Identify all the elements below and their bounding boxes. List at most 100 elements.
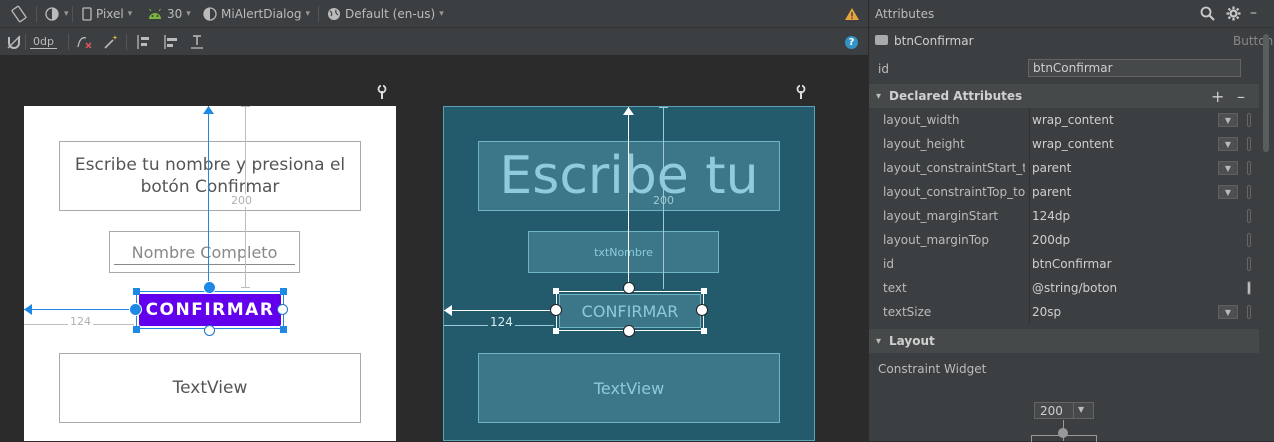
night-mode-button[interactable]: ▾ [44,0,69,28]
attribute-value[interactable]: btnConfirmar [1032,257,1112,271]
title-textview[interactable]: Escribe tu [478,141,780,211]
resize-handle[interactable] [133,288,140,295]
attribute-row[interactable]: layout_marginTop 200dp [869,228,1259,252]
top-toolbar: ▾ Pixel ▾ 30 ▾ MiAlertDialog ▾ Default (… [0,0,868,28]
anchor-end[interactable] [696,304,708,316]
align-button[interactable] [163,28,179,56]
night-mode-icon [45,7,59,21]
guidelines-button[interactable] [135,28,151,56]
confirm-button[interactable]: CONFIRMAR [139,294,281,326]
anchor-bottom[interactable] [204,325,215,336]
attribute-picker[interactable] [1247,161,1251,175]
baseline-button[interactable] [190,28,204,56]
constraint-top-dropdown[interactable]: 200 ▼ [1034,402,1094,419]
anchor-start[interactable] [550,304,562,316]
attribute-value[interactable]: parent [1032,161,1071,175]
panel-scrollbar[interactable] [1263,34,1269,152]
infer-constraints-button[interactable] [103,28,119,56]
warning-button[interactable] [844,0,860,28]
attribute-value[interactable]: 124dp [1032,209,1070,223]
attribute-row[interactable]: layout_height wrap_content ▼ [869,132,1259,156]
api-level-selector[interactable]: 30 ▾ [147,0,191,28]
wrench-icon[interactable] [795,85,807,99]
resize-handle[interactable] [553,328,559,334]
attribute-row[interactable]: id btnConfirmar [869,252,1259,276]
attribute-picker[interactable] [1247,185,1251,199]
name-edittext[interactable]: Nombre Completo [109,231,300,273]
attribute-row[interactable]: textSize 20sp ▼ [869,300,1259,324]
rotate-screen-icon [11,5,27,23]
search-icon[interactable] [1200,6,1215,21]
autoconnect-toggle[interactable] [6,28,22,56]
anchor-top[interactable] [203,281,216,294]
guidelines-icon [137,35,149,49]
attribute-value[interactable]: 200dp [1032,233,1070,247]
minimize-icon[interactable]: – [1250,5,1257,21]
clear-constraints-button[interactable] [76,28,94,56]
attribute-value[interactable]: @string/boton [1032,281,1117,295]
resize-handle[interactable] [701,328,707,334]
attribute-value[interactable]: wrap_content [1032,137,1114,151]
design-preview[interactable]: Escribe tu nombre y presiona el botón Co… [24,106,396,441]
attribute-row[interactable]: text @string/boton [869,276,1259,300]
attribute-row[interactable]: layout_constraintStart_to... parent ▼ [869,156,1259,180]
default-margin-button[interactable]: 0dp [30,28,57,56]
attribute-dropdown[interactable]: ▼ [1218,185,1238,199]
declared-attributes-section[interactable]: ▾ Declared Attributes + – [869,84,1259,108]
resize-handle[interactable] [280,326,287,333]
margin-value: 0dp [30,35,57,49]
locale-selector[interactable]: Default (en-us) ▾ [327,0,444,28]
attribute-dropdown[interactable]: ▼ [1218,161,1238,175]
attribute-dropdown[interactable]: ▼ [1218,305,1238,319]
theme-selector[interactable]: MiAlertDialog ▾ [203,0,310,28]
attribute-picker[interactable] [1247,209,1251,223]
attribute-value[interactable]: 20sp [1032,305,1061,319]
name-edittext[interactable]: txtNombre [528,231,719,273]
wrench-icon[interactable] [376,85,388,99]
blueprint-preview[interactable]: Escribe tu txtNombre 200 124 CONFIRMAR T… [443,106,815,441]
resize-handle[interactable] [133,326,140,333]
attribute-picker[interactable] [1247,113,1251,127]
attribute-row[interactable]: layout_constraintTop_toT... parent ▼ [869,180,1259,204]
anchor-end[interactable] [277,304,288,315]
constraint-slider-thumb[interactable] [1058,428,1068,438]
magnet-off-icon [7,35,21,49]
arrow-left-icon [24,304,32,315]
resize-handle[interactable] [701,288,707,294]
anchor-top[interactable] [623,282,635,294]
resize-handle[interactable] [553,288,559,294]
attribute-dropdown[interactable]: ▼ [1218,113,1238,127]
result-textview[interactable]: TextView [478,353,780,423]
attribute-row[interactable]: layout_marginStart 124dp [869,204,1259,228]
anchor-bottom[interactable] [623,325,635,337]
attribute-key: text [883,281,907,295]
attribute-value[interactable]: parent [1032,185,1071,199]
anchor-start[interactable] [129,303,142,316]
confirm-button[interactable]: CONFIRMAR [559,294,701,328]
attribute-value[interactable]: wrap_content [1032,113,1114,127]
help-button[interactable]: ? [845,28,858,56]
globe-icon [328,8,340,20]
attribute-picker[interactable] [1247,281,1251,295]
orientation-button[interactable] [10,0,28,28]
add-icon[interactable]: + [1211,87,1224,106]
title-textview[interactable]: Escribe tu nombre y presiona el botón Co… [59,141,361,211]
attribute-picker[interactable] [1247,233,1251,247]
resize-handle[interactable] [280,288,287,295]
chevron-down-icon: ▼ [1224,187,1232,197]
result-textview[interactable]: TextView [59,353,361,423]
remove-icon[interactable]: – [1237,87,1245,106]
margin-start-label: 124 [488,315,515,329]
margin-top-label: 200 [231,194,252,207]
gear-icon[interactable] [1226,6,1241,21]
id-input[interactable] [1028,59,1241,77]
device-selector[interactable]: Pixel ▾ [82,0,132,28]
attribute-picker[interactable] [1247,305,1251,319]
chevron-down-icon: ▼ [1224,139,1232,149]
layout-section[interactable]: ▾ Layout [869,329,1259,353]
attribute-picker[interactable] [1247,137,1251,151]
text-baseline-icon [191,35,203,49]
attribute-dropdown[interactable]: ▼ [1218,137,1238,151]
attribute-picker[interactable] [1247,257,1251,271]
attribute-row[interactable]: layout_width wrap_content ▼ [869,108,1259,132]
